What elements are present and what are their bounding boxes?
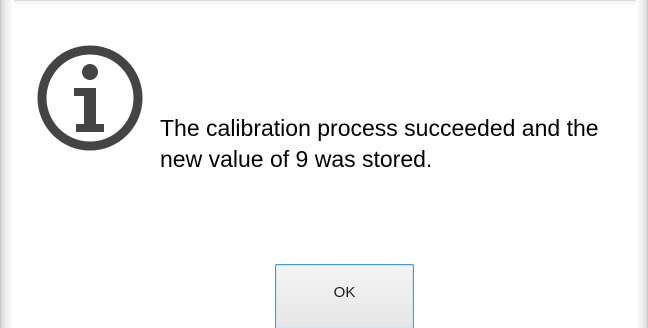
message-line-2: new value of 9 was stored. (160, 146, 433, 172)
ok-button[interactable]: OK (275, 264, 414, 328)
dialog-message: The calibration process succeeded and th… (160, 113, 630, 175)
dialog-top-edge (0, 0, 648, 8)
info-icon (37, 45, 143, 151)
message-dialog: The calibration process succeeded and th… (0, 0, 648, 328)
dialog-left-edge (0, 0, 14, 328)
dialog-right-edge (636, 0, 648, 328)
ok-button-label: OK (333, 284, 356, 301)
message-line-1: The calibration process succeeded and th… (160, 115, 599, 141)
